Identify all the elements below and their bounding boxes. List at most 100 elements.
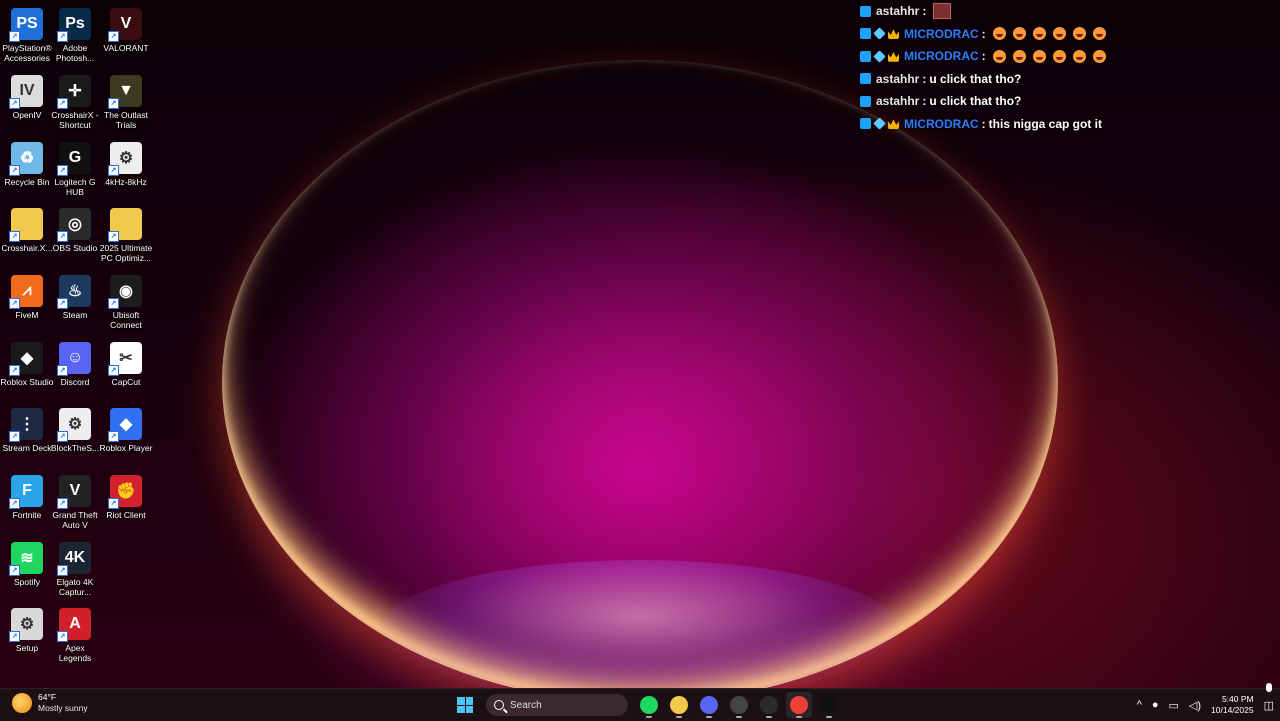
desktop-icon-label: Crosshair.X... bbox=[1, 243, 53, 253]
desktop-icon-apex-legends[interactable]: A ↗ Apex Legends bbox=[48, 604, 102, 663]
shortcut-arrow-icon: ↗ bbox=[57, 565, 68, 576]
desktop-icon-playstation-accessories[interactable]: PS ↗ PlayStation® Accessories bbox=[0, 4, 54, 63]
laugh-emote-icon bbox=[1052, 27, 1066, 41]
desktop-icon-recycle-bin[interactable]: ♻ ↗ Recycle Bin bbox=[0, 138, 54, 187]
desktop-icon-ubisoft-connect[interactable]: ◉ ↗ Ubisoft Connect bbox=[99, 271, 153, 330]
chat-separator: : bbox=[981, 49, 986, 64]
file-explorer-taskbar-button[interactable] bbox=[666, 692, 692, 718]
taskbar-search[interactable]: Search bbox=[486, 694, 628, 716]
shortcut-arrow-icon: ↗ bbox=[108, 31, 119, 42]
laugh-emote-icon bbox=[1052, 49, 1066, 63]
running-indicator bbox=[676, 716, 682, 718]
shortcut-arrow-icon: ↗ bbox=[57, 165, 68, 176]
shortcut-arrow-icon: ↗ bbox=[108, 98, 119, 109]
desktop-icon-setup[interactable]: ⚙ ↗ Setup bbox=[0, 604, 54, 653]
laugh-emote-icon bbox=[1072, 49, 1086, 63]
chat-text: this nigga cap got it bbox=[988, 116, 1103, 131]
desktop-icon-label: Apex Legends bbox=[58, 643, 92, 663]
app-icon: ◆ ↗ bbox=[108, 408, 142, 442]
desktop-icon-roblox-studio[interactable]: ◆ ↗ Roblox Studio bbox=[0, 338, 54, 387]
app-icon: ✂ ↗ bbox=[108, 342, 142, 376]
desktop-icon-label: The Outlast Trials bbox=[104, 110, 148, 130]
crown-badge-icon bbox=[888, 119, 899, 130]
chat-message: astahhr: u click that tho? bbox=[860, 90, 1280, 113]
laugh-emote-icon bbox=[1072, 27, 1086, 41]
desktop-icon-riot-client[interactable]: ✊ ↗ Riot Client bbox=[99, 471, 153, 520]
desktop-icon-label: Logitech G HUB bbox=[54, 177, 96, 197]
desktop-icon-label: VALORANT bbox=[103, 43, 149, 53]
running-indicator bbox=[766, 716, 772, 718]
weather-widget[interactable]: 64°F Mostly sunny bbox=[12, 692, 88, 714]
app-icon: ◎ ↗ bbox=[57, 208, 91, 242]
chat-message: astahhr: u click that tho? bbox=[860, 68, 1280, 91]
desktop-icon-grand-theft-auto-v[interactable]: V ↗ Grand Theft Auto V bbox=[48, 471, 102, 530]
shortcut-arrow-icon: ↗ bbox=[57, 298, 68, 309]
search-icon bbox=[494, 700, 504, 710]
desktop-icon-obs-studio[interactable]: ◎ ↗ OBS Studio bbox=[48, 204, 102, 253]
clock[interactable]: 5:40 PM 10/14/2025 bbox=[1211, 694, 1254, 716]
desktop-icon-label: 2025 Ultimate PC Optimiz... bbox=[99, 243, 153, 263]
app-icon: ↗ bbox=[108, 208, 142, 242]
notifications-icon[interactable]: ◫ bbox=[1264, 699, 1274, 712]
show-hidden-icons-chevron-icon[interactable]: ^ bbox=[1137, 699, 1142, 711]
blue-badge-icon bbox=[860, 5, 871, 17]
desktop-icon-roblox-player[interactable]: ◆ ↗ Roblox Player bbox=[99, 404, 153, 453]
desktop-icon-fortnite[interactable]: F ↗ Fortnite bbox=[0, 471, 54, 520]
network-icon[interactable]: ▭ bbox=[1169, 699, 1179, 712]
discord-taskbar-icon bbox=[700, 696, 718, 714]
desktop-icon-fivem[interactable]: ⩘ ↗ FiveM bbox=[0, 271, 54, 320]
desktop-icon-blockthes[interactable]: ⚙ ↗ BlockTheS... bbox=[48, 404, 102, 453]
chat-message: astahhr: bbox=[860, 0, 1280, 23]
desktop-icon-label: Elgato 4K Captur... bbox=[56, 577, 94, 597]
shortcut-arrow-icon: ↗ bbox=[57, 498, 68, 509]
desktop-icon-openiv[interactable]: IV ↗ OpenIV bbox=[0, 71, 54, 120]
desktop-icon-4khz-8khz[interactable]: ⚙ ↗ 4kHz-8kHz bbox=[99, 138, 153, 187]
start-button[interactable] bbox=[452, 692, 478, 718]
shortcut-arrow-icon: ↗ bbox=[108, 165, 119, 176]
desktop-icon-adobe-photosh[interactable]: Ps ↗ Adobe Photosh... bbox=[48, 4, 102, 63]
desktop-icon-2025-ultimate-pc-optimiz[interactable]: ↗ 2025 Ultimate PC Optimiz... bbox=[99, 204, 153, 263]
chat-text: u click that tho? bbox=[929, 94, 1022, 109]
obs-taskbar-icon bbox=[730, 696, 748, 714]
epic-games-taskbar-button[interactable] bbox=[756, 692, 782, 718]
microphone-icon[interactable]: ● bbox=[1152, 699, 1159, 711]
desktop-icon-label: Riot Client bbox=[106, 510, 146, 520]
desktop-icon-spotify[interactable]: ≋ ↗ Spotify bbox=[0, 538, 54, 587]
blue-badge-icon bbox=[860, 118, 871, 130]
laugh-emote-icon bbox=[992, 49, 1006, 63]
chrome-taskbar-button[interactable] bbox=[786, 692, 812, 718]
desktop-icon-label: OBS Studio bbox=[52, 243, 98, 253]
wallpaper-glow bbox=[380, 560, 900, 690]
desktop-icon-label: Stream Deck bbox=[2, 443, 52, 453]
chat-username: MICRODRAC bbox=[904, 26, 979, 41]
desktop-icon-stream-deck[interactable]: ⋮ ↗ Stream Deck bbox=[0, 404, 54, 453]
logitech-taskbar-button[interactable] bbox=[816, 692, 842, 718]
discord-taskbar-button[interactable] bbox=[696, 692, 722, 718]
clock-time: 5:40 PM bbox=[1221, 694, 1254, 704]
chat-text: u click that tho? bbox=[929, 71, 1022, 86]
chat-username: astahhr bbox=[876, 71, 920, 86]
shortcut-arrow-icon: ↗ bbox=[57, 31, 68, 42]
volume-icon[interactable]: ◁) bbox=[1189, 699, 1201, 712]
desktop-icon-capcut[interactable]: ✂ ↗ CapCut bbox=[99, 338, 153, 387]
desktop-icon-discord[interactable]: ☺ ↗ Discord bbox=[48, 338, 102, 387]
desktop-icon-steam[interactable]: ♨ ↗ Steam bbox=[48, 271, 102, 320]
desktop-icon-the-outlast-trials[interactable]: ▼ ↗ The Outlast Trials bbox=[99, 71, 153, 130]
shortcut-arrow-icon: ↗ bbox=[108, 298, 119, 309]
shortcut-arrow-icon: ↗ bbox=[9, 498, 20, 509]
app-icon: 4K ↗ bbox=[57, 542, 91, 576]
spotify-taskbar-button[interactable] bbox=[636, 692, 662, 718]
taskbar: 64°F Mostly sunny Search ^ ● ▭ ◁) 5:40 P… bbox=[0, 688, 1280, 721]
desktop-icon-label: Grand Theft Auto V bbox=[52, 510, 98, 530]
desktop-icon-label: Discord bbox=[60, 377, 90, 387]
shortcut-arrow-icon: ↗ bbox=[9, 565, 20, 576]
desktop-icon-crosshair-x[interactable]: ↗ Crosshair.X... bbox=[0, 204, 54, 253]
desktop-icon-crosshairx-shortcut[interactable]: ✛ ↗ CrosshairX - Shortcut bbox=[48, 71, 102, 130]
desktop-icon-elgato-4k-captur[interactable]: 4K ↗ Elgato 4K Captur... bbox=[48, 538, 102, 597]
app-icon: ⩘ ↗ bbox=[9, 275, 43, 309]
chrome-taskbar-icon bbox=[790, 696, 808, 714]
obs-taskbar-button[interactable] bbox=[726, 692, 752, 718]
desktop-icon-logitech-g-hub[interactable]: G ↗ Logitech G HUB bbox=[48, 138, 102, 197]
desktop-icon-valorant[interactable]: V ↗ VALORANT bbox=[99, 4, 153, 53]
system-tray: ^ ● ▭ ◁) 5:40 PM 10/14/2025 ◫ bbox=[1137, 689, 1280, 721]
